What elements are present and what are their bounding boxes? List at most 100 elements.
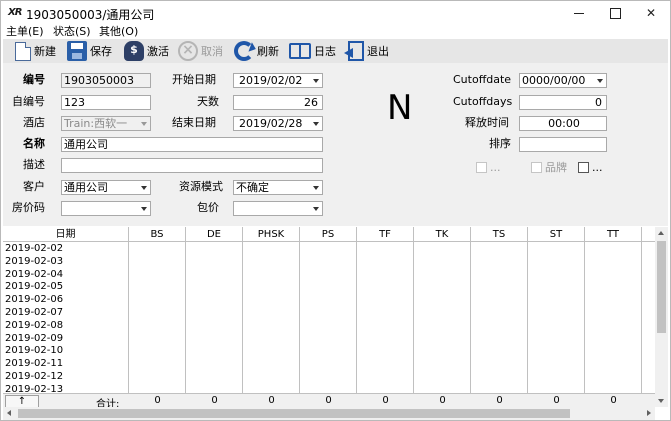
maximize-button[interactable]	[597, 1, 633, 25]
code-label: 编号	[23, 73, 45, 86]
block-details-form: 编号 1903050003 自编号 123 酒店 Train:西软一 名称 通用…	[3, 63, 668, 226]
scroll-up-button[interactable]: ↑	[5, 395, 39, 407]
menu-other[interactable]: 其他(O)	[99, 25, 138, 39]
end-date-value: 2019/02/28	[239, 117, 303, 130]
brand-checkbox[interactable]	[531, 162, 542, 173]
name-field[interactable]: 通用公司	[61, 137, 323, 152]
column-header-3[interactable]: PHSK	[243, 227, 300, 242]
menu-status[interactable]: 状态(S)	[53, 25, 91, 39]
hscroll-thumb[interactable]	[18, 409, 570, 418]
resource-mode-label: 资源模式	[179, 180, 223, 193]
close-button[interactable]: ✕	[633, 1, 669, 25]
scroll-right-arrow-icon[interactable]	[647, 410, 651, 416]
rate-code-dropdown[interactable]	[61, 201, 151, 216]
table-row[interactable]: 2019-02-09	[5, 333, 63, 346]
sum-value: 0	[154, 395, 161, 406]
status-letter: N	[387, 88, 413, 128]
self-code-label: 自编号	[12, 95, 45, 108]
column-header-5[interactable]: TF	[357, 227, 414, 242]
scroll-thumb[interactable]	[657, 241, 666, 333]
table-row[interactable]: 2019-02-05	[5, 281, 63, 294]
column-header-2[interactable]: DE	[186, 227, 243, 242]
table-row[interactable]: 2019-02-02	[5, 243, 63, 256]
code-field[interactable]: 1903050003	[61, 73, 151, 88]
option-checkbox-1[interactable]	[476, 162, 487, 173]
menu-main[interactable]: 主单(E)	[6, 25, 44, 39]
desc-label: 描述	[23, 158, 45, 171]
release-time-label: 释放时间	[465, 116, 509, 129]
log-button[interactable]: 日志	[289, 40, 336, 62]
hotel-dropdown[interactable]: Train:西软一	[61, 116, 151, 131]
column-divider	[185, 242, 186, 393]
save-button-label: 保存	[90, 45, 112, 58]
column-header-0[interactable]: 日期	[3, 227, 129, 242]
sort-field[interactable]	[519, 137, 607, 152]
column-divider	[470, 242, 471, 393]
sum-value: 0	[268, 395, 275, 406]
end-date-picker[interactable]: 2019/02/28	[233, 116, 323, 131]
refresh-icon	[234, 41, 254, 61]
column-divider	[128, 242, 129, 393]
app-logo-icon: XR	[8, 7, 22, 18]
sort-label: 排序	[489, 137, 511, 150]
table-row[interactable]: 2019-02-07	[5, 307, 63, 320]
column-divider	[641, 242, 642, 393]
exit-button-label: 退出	[367, 45, 389, 58]
cutoffdays-field[interactable]: 0	[519, 95, 607, 110]
column-header-9[interactable]: TT	[585, 227, 642, 242]
refresh-button[interactable]: 刷新	[234, 40, 279, 62]
cutoffdate-picker[interactable]: 0000/00/00	[519, 73, 607, 88]
desc-field[interactable]	[61, 158, 323, 173]
start-date-label: 开始日期	[172, 73, 216, 86]
package-dropdown[interactable]	[233, 201, 323, 216]
column-header-8[interactable]: ST	[528, 227, 585, 242]
option-checkbox-3[interactable]	[578, 162, 589, 173]
minimize-button[interactable]	[561, 1, 597, 25]
chevron-down-icon	[313, 207, 319, 211]
refresh-button-label: 刷新	[257, 45, 279, 58]
new-button[interactable]: 新建	[11, 40, 56, 62]
table-row[interactable]: 2019-02-08	[5, 320, 63, 333]
activate-button[interactable]: 激活	[124, 40, 169, 62]
scroll-left-arrow-icon[interactable]	[7, 410, 11, 416]
table-row[interactable]: 2019-02-04	[5, 269, 63, 282]
chevron-down-icon	[597, 79, 603, 83]
grid-header: 日期 BS DE PHSK PS TF TK TS ST TT	[3, 227, 655, 242]
resource-mode-dropdown[interactable]: 不确定	[233, 180, 323, 195]
end-date-label: 结束日期	[172, 116, 216, 129]
scroll-down-arrow-icon[interactable]	[658, 399, 664, 403]
horizontal-scrollbar[interactable]	[3, 407, 655, 420]
brand-checkbox-label: 品牌	[545, 161, 567, 174]
scroll-up-arrow-icon[interactable]	[658, 231, 664, 235]
customer-dropdown[interactable]: 通用公司	[61, 180, 151, 195]
save-button[interactable]: 保存	[67, 40, 112, 62]
table-row[interactable]: 2019-02-10	[5, 345, 63, 358]
cancel-button[interactable]: 取消	[178, 40, 223, 62]
cutoffdate-label: Cutoffdate	[453, 73, 512, 86]
table-row[interactable]: 2019-02-11	[5, 358, 63, 371]
exit-button[interactable]: 退出	[344, 40, 389, 62]
release-time-field[interactable]: 00:00	[519, 116, 607, 131]
column-header-7[interactable]: TS	[471, 227, 528, 242]
table-row[interactable]: 2019-02-12	[5, 371, 63, 384]
column-header-6[interactable]: TK	[414, 227, 471, 242]
money-bag-icon	[124, 41, 144, 61]
activate-button-label: 激活	[147, 45, 169, 58]
cutoffdate-value: 0000/00/00	[522, 74, 586, 87]
grid-summary-bar: ↑ 合计: 0 0 0 0 0 0 0 0 0	[3, 393, 655, 407]
vertical-scrollbar[interactable]	[655, 227, 668, 407]
sum-value: 0	[610, 395, 617, 406]
start-date-picker[interactable]: 2019/02/02	[233, 73, 323, 88]
sum-value: 0	[439, 395, 446, 406]
days-field[interactable]: 26	[233, 95, 323, 110]
save-disk-icon	[67, 41, 87, 61]
self-code-field[interactable]: 123	[61, 95, 151, 110]
table-row[interactable]: 2019-02-06	[5, 294, 63, 307]
column-header-4[interactable]: PS	[300, 227, 357, 242]
log-button-label: 日志	[314, 45, 336, 58]
table-row[interactable]: 2019-02-03	[5, 256, 63, 269]
package-label: 包价	[197, 201, 219, 214]
column-divider	[242, 242, 243, 393]
new-button-label: 新建	[34, 45, 56, 58]
column-header-1[interactable]: BS	[129, 227, 186, 242]
